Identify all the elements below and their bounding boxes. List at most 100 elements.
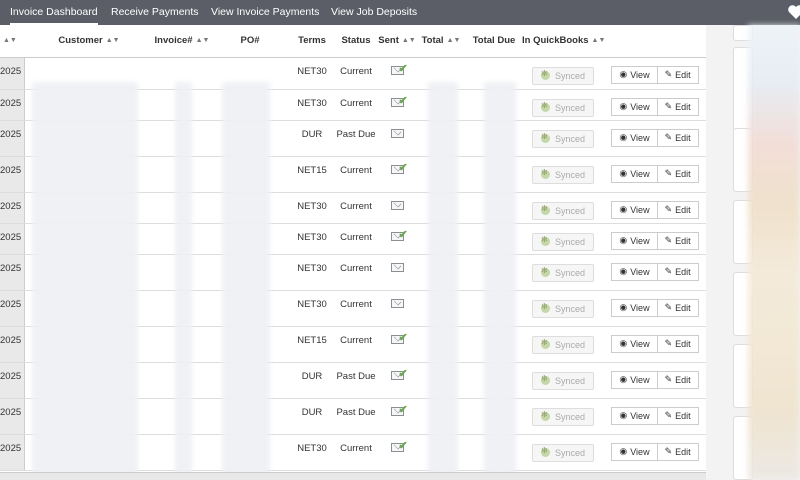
- sort-icon[interactable]: ▲▼: [196, 37, 210, 44]
- view-label: View: [630, 204, 650, 215]
- po-header-label: PO#: [240, 35, 260, 47]
- status-column-header: Status: [334, 25, 378, 58]
- edit-label: Edit: [675, 132, 691, 143]
- horizontal-scrollbar[interactable]: [0, 472, 706, 480]
- view-button[interactable]: ◉ View: [611, 97, 658, 116]
- sort-icon[interactable]: ▲▼: [402, 37, 416, 44]
- envelope-icon: ✔: [390, 63, 408, 75]
- invoice-date: 2025: [0, 57, 25, 90]
- customer-column-header[interactable]: Customer ▲▼: [24, 25, 154, 58]
- view-button[interactable]: ◉ View: [611, 442, 658, 461]
- quickbooks-icon: [540, 410, 550, 421]
- quickbooks-cell: Synced: [522, 57, 604, 90]
- envelope-icon: ✔: [390, 404, 408, 416]
- view-button[interactable]: ◉ View: [611, 231, 658, 250]
- tab-view-invoice-payments[interactable]: View Invoice Payments: [211, 0, 319, 25]
- view-label: View: [630, 235, 650, 246]
- tab-receive-payments[interactable]: Receive Payments: [111, 0, 199, 25]
- pencil-icon: ✎: [664, 235, 673, 245]
- sort-icon[interactable]: ▲▼: [3, 37, 17, 44]
- actions-cell: ◉ View ✎ Edit: [604, 254, 706, 291]
- actions-cell: ◉ View ✎ Edit: [604, 223, 706, 255]
- edit-button[interactable]: ✎ Edit: [657, 164, 699, 183]
- quickbooks-icon: [540, 374, 550, 385]
- envelope-icon: [390, 262, 404, 272]
- quickbooks-icon: [540, 204, 550, 215]
- check-icon: ✔: [398, 403, 408, 416]
- edit-button[interactable]: ✎ Edit: [657, 97, 699, 116]
- status-value: Current: [334, 254, 378, 291]
- view-button[interactable]: ◉ View: [611, 406, 658, 425]
- invoice-date: 2025: [0, 290, 25, 327]
- quickbooks-cell: Synced: [522, 254, 604, 291]
- status-value: Current: [334, 192, 378, 224]
- edit-button[interactable]: ✎ Edit: [657, 128, 699, 147]
- redacted-total-column: [428, 82, 458, 480]
- invoice-column-header[interactable]: Invoice# ▲▼: [154, 25, 210, 58]
- sent-cell: ✔: [378, 57, 416, 90]
- terms-value: NET30: [290, 192, 334, 224]
- view-button[interactable]: ◉ View: [611, 262, 658, 281]
- view-button[interactable]: ◉ View: [611, 298, 658, 317]
- synced-label: Synced: [554, 447, 586, 458]
- synced-badge: Synced: [532, 129, 594, 148]
- synced-label: Synced: [554, 339, 586, 350]
- total-due-column-header: Total Due: [466, 25, 522, 58]
- view-label: View: [630, 446, 650, 457]
- quickbooks-cell: Synced: [522, 223, 604, 255]
- date-column-header[interactable]: ▲▼: [0, 25, 24, 58]
- view-button[interactable]: ◉ View: [611, 370, 658, 389]
- edit-label: Edit: [675, 101, 691, 112]
- view-button[interactable]: ◉ View: [611, 334, 658, 353]
- edit-button[interactable]: ✎ Edit: [657, 442, 699, 461]
- view-button[interactable]: ◉ View: [611, 128, 658, 147]
- po-column-header: PO#: [210, 25, 290, 58]
- quickbooks-cell: Synced: [522, 120, 604, 157]
- edit-label: Edit: [675, 446, 691, 457]
- view-button[interactable]: ◉ View: [611, 65, 658, 84]
- actions-cell: ◉ View ✎ Edit: [604, 156, 706, 193]
- terms-value: NET30: [290, 254, 334, 291]
- actions-cell: ◉ View ✎ Edit: [604, 398, 706, 435]
- synced-label: Synced: [554, 205, 586, 216]
- quickbooks-icon: [540, 101, 550, 112]
- edit-button[interactable]: ✎ Edit: [657, 231, 699, 250]
- total-column-header[interactable]: Total ▲▼: [416, 25, 466, 58]
- tab-invoice-dashboard[interactable]: Invoice Dashboard: [10, 0, 98, 25]
- sort-icon[interactable]: ▲▼: [106, 37, 120, 44]
- view-label: View: [630, 132, 650, 143]
- edit-button[interactable]: ✎ Edit: [657, 298, 699, 317]
- edit-button[interactable]: ✎ Edit: [657, 334, 699, 353]
- quickbooks-cell: Synced: [522, 156, 604, 193]
- quickbooks-icon: [540, 446, 550, 457]
- view-button[interactable]: ◉ View: [611, 164, 658, 183]
- synced-label: Synced: [554, 303, 586, 314]
- quickbooks-icon: [540, 338, 550, 349]
- top-navigation: Invoice Dashboard Receive Payments View …: [0, 0, 800, 25]
- sort-icon[interactable]: ▲▼: [447, 37, 461, 44]
- synced-badge: Synced: [532, 165, 594, 184]
- invoice-date: 2025: [0, 254, 25, 291]
- pencil-icon: ✎: [664, 69, 673, 79]
- tab-view-job-deposits[interactable]: View Job Deposits: [331, 0, 417, 25]
- edit-button[interactable]: ✎ Edit: [657, 370, 699, 389]
- eye-icon: ◉: [619, 410, 628, 420]
- edit-button[interactable]: ✎ Edit: [657, 200, 699, 219]
- envelope-icon: ✔: [390, 229, 408, 241]
- pencil-icon: ✎: [664, 446, 673, 456]
- heart-icon[interactable]: [787, 4, 800, 20]
- invoice-date: 2025: [0, 362, 25, 399]
- quickbooks-icon: [540, 235, 550, 246]
- terms-column-header[interactable]: Terms: [290, 25, 334, 58]
- edit-button[interactable]: ✎ Edit: [657, 262, 699, 281]
- check-icon: ✔: [398, 439, 408, 452]
- pencil-icon: ✎: [664, 338, 673, 348]
- check-icon: ✔: [398, 94, 408, 107]
- in-quickbooks-column-header[interactable]: In QuickBooks ▲▼: [522, 25, 605, 58]
- edit-button[interactable]: ✎ Edit: [657, 406, 699, 425]
- sent-column-header[interactable]: Sent ▲▼: [378, 25, 416, 58]
- pencil-icon: ✎: [664, 204, 673, 214]
- invoice-date: 2025: [0, 156, 25, 193]
- view-button[interactable]: ◉ View: [611, 200, 658, 219]
- edit-button[interactable]: ✎ Edit: [657, 65, 699, 84]
